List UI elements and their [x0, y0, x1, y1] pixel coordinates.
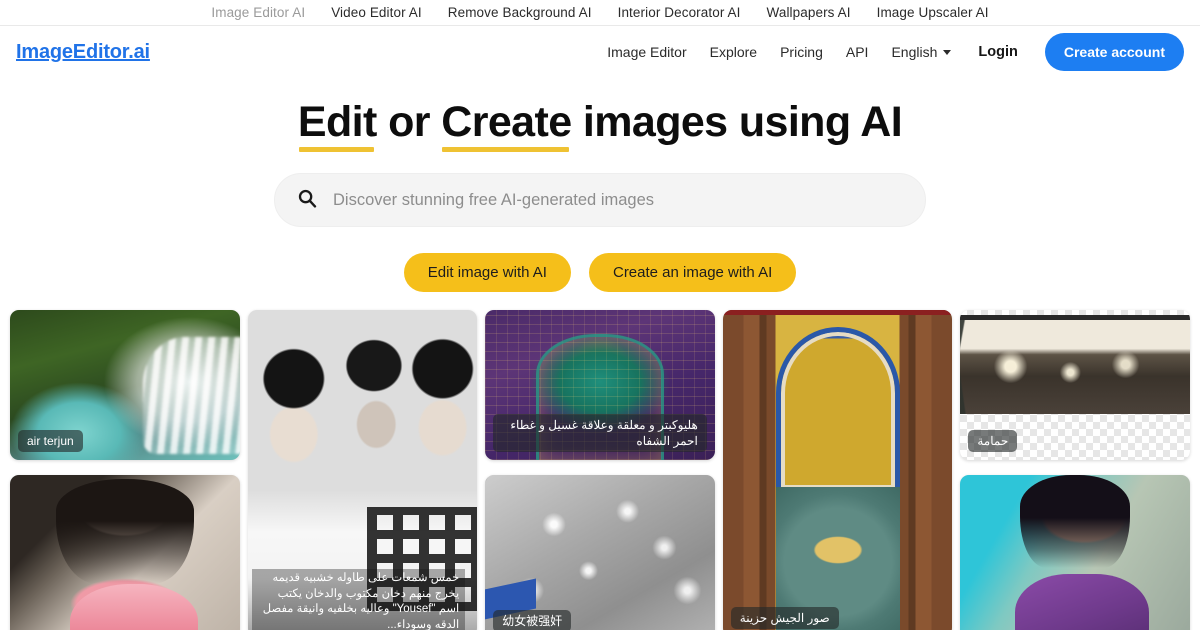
gallery-card-caption: خمس شمعات على طاوله خشبيه قديمه يخرج منه…: [251, 569, 466, 630]
page-title-rest: images using AI: [582, 98, 903, 146]
gallery-card-caption: صور الجيش حزينة: [730, 607, 839, 630]
door-top-trim: [722, 310, 953, 316]
gallery-card-caption: 幼女被强奸: [493, 610, 572, 630]
gallery-card-panorama-room[interactable]: حمامة: [960, 310, 1190, 461]
hero-section: Edit or Create images using AI Edit imag…: [0, 78, 1200, 293]
girl-pink-image: [10, 475, 240, 630]
topbar-link-image-upscaler-ai[interactable]: Image Upscaler AI: [877, 5, 989, 20]
image-gallery: air terjun خمس شمعات على طاوله خشبيه قدي…: [0, 310, 1200, 630]
nav-link-api[interactable]: API: [846, 44, 869, 60]
topbar-link-wallpapers-ai[interactable]: Wallpapers AI: [767, 5, 851, 20]
login-link[interactable]: Login: [978, 44, 1017, 60]
gallery-card-caption: حمامة: [968, 430, 1018, 453]
gallery-column-1: air terjun: [10, 310, 240, 630]
topbar-link-image-editor-ai[interactable]: Image Editor AI: [211, 5, 305, 20]
gallery-card-girl-purple[interactable]: [960, 475, 1190, 630]
gallery-column-4: صور الجيش حزينة: [722, 310, 953, 630]
gallery-card-caption: air terjun: [18, 430, 83, 453]
chevron-down-icon: [943, 49, 952, 55]
language-selector[interactable]: English: [891, 44, 952, 60]
gallery-column-3: هليوكبتر و معلقة وعلاقة غسيل و غطاء احمر…: [485, 310, 715, 630]
gallery-card-waterfall[interactable]: air terjun: [10, 310, 240, 461]
gallery-card-girl-pink[interactable]: [10, 475, 240, 630]
grey-abstract-image: [485, 475, 715, 630]
topbar-link-video-editor-ai[interactable]: Video Editor AI: [331, 5, 422, 20]
page-title-word-or: or: [388, 98, 430, 146]
search-wrapper: [0, 173, 1200, 228]
page-title-word-edit: Edit: [297, 98, 377, 153]
search-bar[interactable]: [274, 173, 926, 228]
ornate-door-image: [722, 310, 953, 630]
page-title: Edit or Create images using AI: [0, 98, 1200, 153]
site-logo[interactable]: ImageEditor.ai: [16, 41, 150, 64]
topbar-link-remove-background-ai[interactable]: Remove Background AI: [448, 5, 592, 20]
gallery-card-three-men-bw[interactable]: خمس شمعات على طاوله خشبيه قديمه يخرج منه…: [247, 310, 478, 630]
hero-action-buttons: Edit image with AI Create an image with …: [0, 253, 1200, 293]
topbar-link-interior-decorator-ai[interactable]: Interior Decorator AI: [618, 5, 741, 20]
header-nav: Image Editor Explore Pricing API English…: [607, 33, 1184, 71]
panorama-strip: [960, 314, 1190, 414]
gallery-card-caption: هليوكبتر و معلقة وعلاقة غسيل و غطاء احمر…: [493, 414, 707, 453]
site-header: ImageEditor.ai Image Editor Explore Pric…: [0, 26, 1200, 78]
gallery-card-ornate-door[interactable]: صور الجيش حزينة: [722, 310, 953, 630]
edit-image-with-ai-button[interactable]: Edit image with AI: [403, 253, 571, 293]
gallery-column-2: خمس شمعات على طاوله خشبيه قديمه يخرج منه…: [247, 310, 478, 630]
girl-purple-image: [960, 475, 1190, 630]
gallery-column-5: حمامة: [960, 310, 1190, 630]
nav-link-image-editor[interactable]: Image Editor: [607, 44, 686, 60]
gallery-card-grey-abstract[interactable]: 幼女被强奸: [485, 475, 715, 630]
page-title-word-create: Create: [441, 98, 572, 153]
create-account-button[interactable]: Create account: [1044, 33, 1184, 71]
nav-link-pricing[interactable]: Pricing: [780, 44, 823, 60]
panorama-top-bar: [960, 314, 1190, 320]
search-input[interactable]: [333, 190, 903, 210]
top-utility-bar: Image Editor AI Video Editor AI Remove B…: [0, 0, 1200, 26]
search-icon: [297, 188, 317, 213]
create-image-with-ai-button[interactable]: Create an image with AI: [588, 253, 797, 293]
language-selector-label: English: [891, 44, 938, 60]
nav-link-explore[interactable]: Explore: [710, 44, 757, 60]
gallery-card-purple-mosque[interactable]: هليوكبتر و معلقة وعلاقة غسيل و غطاء احمر…: [485, 310, 715, 461]
